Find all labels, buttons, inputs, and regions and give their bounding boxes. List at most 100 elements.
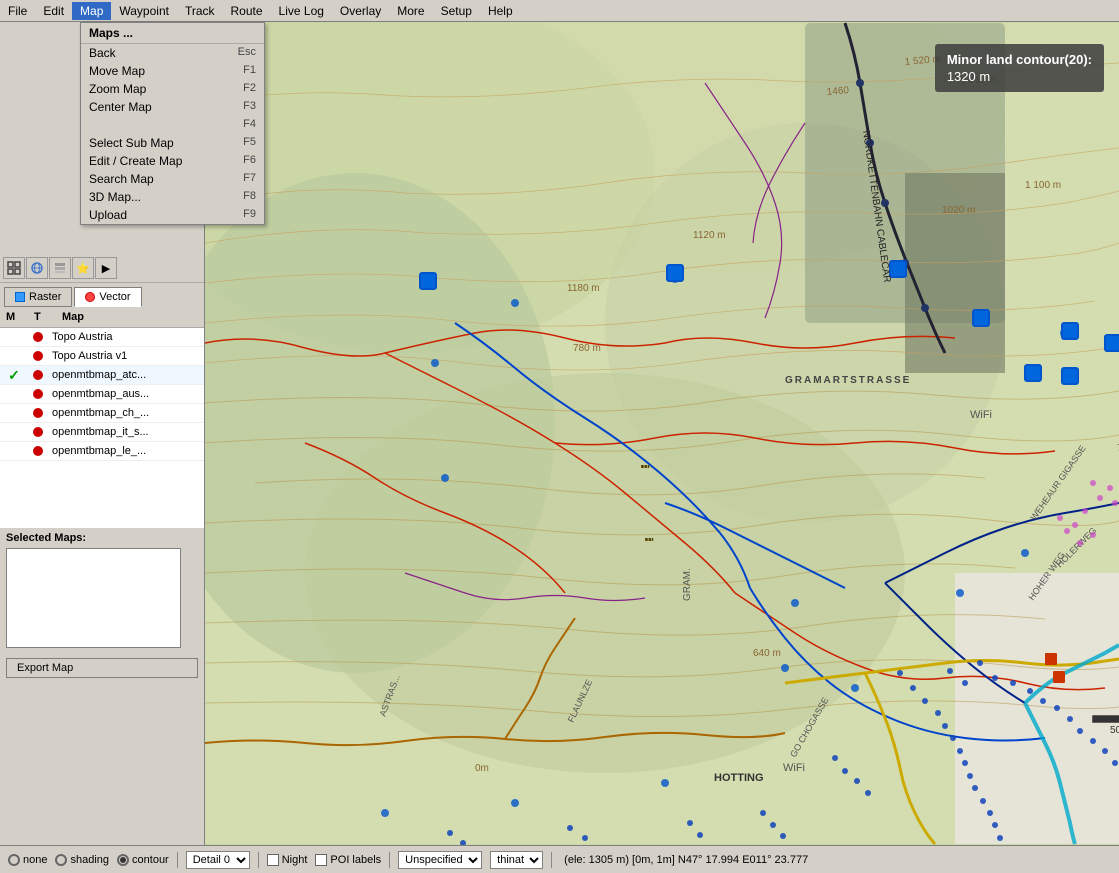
- user-select[interactable]: thinat: [490, 851, 543, 869]
- map-name-6: openmtbmap_le_...: [52, 445, 146, 457]
- maps-back[interactable]: BackEsc: [81, 44, 264, 62]
- map-row-1[interactable]: Topo Austria v1: [0, 347, 204, 366]
- map-row-3[interactable]: openmtbmap_aus...: [0, 385, 204, 404]
- globe-btn[interactable]: [26, 257, 48, 279]
- menu-track[interactable]: Track: [177, 2, 223, 20]
- map-check-3: [4, 387, 24, 401]
- menu-more[interactable]: More: [389, 2, 432, 20]
- raster-label: Raster: [29, 291, 61, 303]
- grid-view-btn[interactable]: [3, 257, 25, 279]
- unspecified-select[interactable]: Unspecified: [398, 851, 482, 869]
- svg-text:HOTTING: HOTTING: [714, 772, 764, 784]
- menu-file[interactable]: File: [0, 2, 35, 20]
- radio-none-label: none: [23, 854, 47, 866]
- star-btn[interactable]: ⭐: [72, 257, 94, 279]
- map-check-5: [4, 425, 24, 439]
- menubar: File Edit Map Waypoint Track Route Live …: [0, 0, 1119, 22]
- maps-search-map[interactable]: Search MapF7: [81, 170, 264, 188]
- selected-maps-section: Selected Maps:: [0, 528, 204, 652]
- map-name-4: openmtbmap_ch_...: [52, 407, 149, 419]
- left-panel: Maps ... BackEsc Move MapF1 Zoom MapF2 C…: [0, 22, 205, 845]
- radio-shading-label: shading: [70, 854, 109, 866]
- menu-edit[interactable]: Edit: [35, 2, 72, 20]
- radio-contour[interactable]: contour: [117, 854, 169, 866]
- map-check-4: [4, 406, 24, 420]
- maps-upload[interactable]: UploadF9: [81, 206, 264, 224]
- map-layers-btn[interactable]: [49, 257, 71, 279]
- map-check-0: [4, 330, 24, 344]
- svg-text:500 m: 500 m: [1110, 725, 1119, 736]
- selected-maps-box: [6, 548, 181, 648]
- radio-contour-label: contour: [132, 854, 169, 866]
- maps-separator1: F4: [81, 116, 264, 134]
- maps-zoom-map[interactable]: Zoom MapF2: [81, 80, 264, 98]
- menu-overlay[interactable]: Overlay: [332, 2, 389, 20]
- menu-help[interactable]: Help: [480, 2, 521, 20]
- svg-text:1180 m: 1180 m: [567, 283, 600, 294]
- map-area[interactable]: WiFi WiFi WiFi 500 m 1 520 m 1 440 m 146…: [205, 22, 1119, 845]
- status-sep-1: [177, 852, 178, 868]
- svg-text:⑉: ⑉: [641, 455, 650, 471]
- svg-text:640 m: 640 m: [753, 648, 781, 659]
- map-row-2[interactable]: ✓ openmtbmap_atc...: [0, 366, 204, 385]
- menu-setup[interactable]: Setup: [433, 2, 480, 20]
- tooltip-value: 1320 m: [947, 69, 1092, 84]
- tab-vector[interactable]: Vector: [74, 287, 141, 307]
- status-sep-3: [389, 852, 390, 868]
- map-list-header: M T Map: [0, 307, 204, 328]
- map-icon-2: [28, 368, 48, 382]
- map-row-0[interactable]: Topo Austria: [0, 328, 204, 347]
- arrow-btn[interactable]: ▶: [95, 257, 117, 279]
- radio-shading[interactable]: shading: [55, 854, 109, 866]
- map-icon-6: [28, 444, 48, 458]
- raster-icon: [15, 292, 25, 302]
- svg-text:1 100 m: 1 100 m: [1025, 180, 1061, 191]
- check-poi-box: [315, 854, 327, 866]
- map-name-5: openmtbmap_it_s...: [52, 426, 149, 438]
- maps-move-map[interactable]: Move MapF1: [81, 62, 264, 80]
- check-poi[interactable]: POI labels: [315, 854, 381, 866]
- tabs-container: Raster Vector: [0, 283, 204, 307]
- menu-map[interactable]: Map: [72, 2, 111, 20]
- left-toolbar: ⭐ ▶: [0, 254, 204, 283]
- check-night[interactable]: Night: [267, 854, 308, 866]
- tab-raster[interactable]: Raster: [4, 287, 72, 307]
- check-poi-label: POI labels: [330, 854, 381, 866]
- maps-edit-create[interactable]: Edit / Create MapF6: [81, 152, 264, 170]
- selected-maps-label: Selected Maps:: [6, 532, 198, 544]
- map-check-6: [4, 444, 24, 458]
- map-row-4[interactable]: openmtbmap_ch_...: [0, 404, 204, 423]
- map-row-5[interactable]: openmtbmap_it_s...: [0, 423, 204, 442]
- map-check-1: [4, 349, 24, 363]
- radio-none-dot: [8, 854, 20, 866]
- status-coordinates: (ele: 1305 m) [0m, 1m] N47° 17.994 E011°…: [564, 854, 808, 866]
- svg-text:WiFi: WiFi: [783, 762, 805, 774]
- radio-none[interactable]: none: [8, 854, 47, 866]
- radio-shading-dot: [55, 854, 67, 866]
- map-icon-5: [28, 425, 48, 439]
- check-night-label: Night: [282, 854, 308, 866]
- menu-route[interactable]: Route: [223, 2, 271, 20]
- detail-select[interactable]: Detail 0 Detail 1 Detail 2: [186, 851, 250, 869]
- maps-center-map[interactable]: Center MapF3: [81, 98, 264, 116]
- check-night-box: [267, 854, 279, 866]
- menu-waypoint[interactable]: Waypoint: [111, 2, 177, 20]
- map-row-6[interactable]: openmtbmap_le_...: [0, 442, 204, 461]
- export-map-button[interactable]: Export Map: [6, 658, 198, 678]
- maps-dropdown: Maps ... BackEsc Move MapF1 Zoom MapF2 C…: [80, 22, 265, 225]
- tooltip-title: Minor land contour(20):: [947, 52, 1092, 67]
- vector-icon: [85, 292, 95, 302]
- menu-livelog[interactable]: Live Log: [271, 2, 332, 20]
- map-icon-3: [28, 387, 48, 401]
- status-sep-2: [258, 852, 259, 868]
- map-name-2: openmtbmap_atc...: [52, 369, 146, 381]
- map-icon-4: [28, 406, 48, 420]
- maps-select-sub[interactable]: Select Sub MapF5: [81, 134, 264, 152]
- status-sep-4: [551, 852, 552, 868]
- map-check-2: ✓: [4, 368, 24, 382]
- map-canvas[interactable]: WiFi WiFi WiFi 500 m 1 520 m 1 440 m 146…: [205, 22, 1119, 845]
- vector-label: Vector: [99, 291, 130, 303]
- svg-text:780 m: 780 m: [573, 343, 601, 354]
- maps-3d[interactable]: 3D Map...F8: [81, 188, 264, 206]
- map-icon-0: [28, 330, 48, 344]
